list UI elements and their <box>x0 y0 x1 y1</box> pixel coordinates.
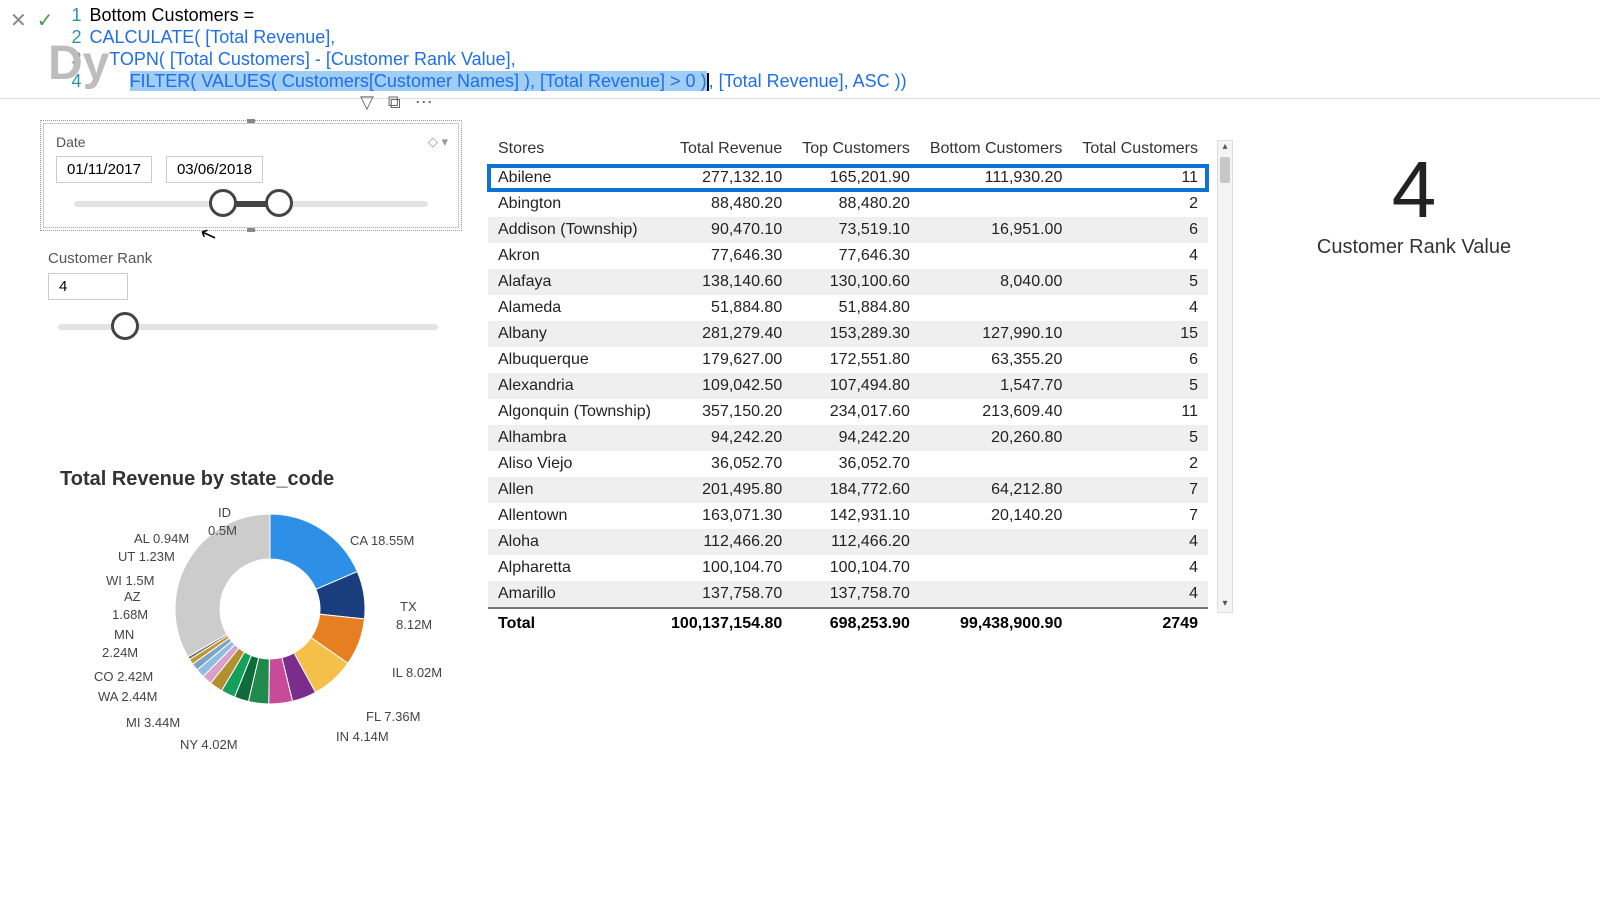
donut-chart-svg[interactable] <box>170 509 370 709</box>
rank-slider-track[interactable] <box>58 324 438 330</box>
table-row[interactable]: Addison (Township)90,470.1073,519.1016,9… <box>488 217 1208 243</box>
table-row[interactable]: Alameda51,884.8051,884.804 <box>488 295 1208 321</box>
chart-data-label: MI 3.44M <box>126 715 180 730</box>
date-from-input[interactable]: 01/11/2017 <box>56 156 152 183</box>
chart-data-label: 0.5M <box>208 523 237 538</box>
table-scrollbar[interactable]: ▴ ▾ <box>1217 140 1233 613</box>
table-row[interactable]: Allentown163,071.30142,931.1020,140.207 <box>488 503 1208 529</box>
date-slider-handle-to[interactable] <box>265 189 293 217</box>
table-row[interactable]: Alhambra94,242.2094,242.2020,260.805 <box>488 425 1208 451</box>
chart-data-label: TX <box>400 599 417 614</box>
chart-data-label: FL 7.36M <box>366 709 420 724</box>
rank-slider-handle[interactable] <box>111 312 139 340</box>
table-row[interactable]: Alafaya138,140.60130,100.608,040.005 <box>488 269 1208 295</box>
chart-data-label: CO 2.42M <box>94 669 153 684</box>
filter-icon[interactable]: ▽ <box>360 92 374 113</box>
more-options-icon[interactable]: ⋯ <box>415 92 433 113</box>
chart-data-label: MN <box>114 627 134 642</box>
table-total-row: Total100,137,154.80698,253.9099,438,900.… <box>488 608 1208 639</box>
table-header[interactable]: Total Revenue <box>661 134 792 165</box>
chart-data-label: AZ <box>124 589 141 604</box>
chart-data-label: NY 4.02M <box>180 737 238 752</box>
table-header[interactable]: Top Customers <box>792 134 920 165</box>
customer-rank-card[interactable]: 4 Customer Rank Value <box>1264 150 1564 259</box>
table-header[interactable]: Stores <box>488 134 661 165</box>
chart-data-label: CA 18.55M <box>350 533 414 548</box>
table-row[interactable]: Albuquerque179,627.00172,551.8063,355.20… <box>488 347 1208 373</box>
visual-header: ▽ ⧉ ⋯ <box>360 92 433 113</box>
slicer-clear-dropdown[interactable]: ◇ ▾ <box>428 134 448 150</box>
chart-data-label: 8.12M <box>396 617 432 632</box>
chart-data-label: IL 8.02M <box>392 665 442 680</box>
kpi-value: 4 <box>1264 150 1564 230</box>
table-row[interactable]: Aliso Viejo36,052.7036,052.702 <box>488 451 1208 477</box>
scroll-up-icon[interactable]: ▴ <box>1218 141 1232 155</box>
table-row[interactable]: Albany281,279.40153,289.30127,990.1015 <box>488 321 1208 347</box>
chart-title: Total Revenue by state_code <box>60 468 480 491</box>
revenue-by-state-chart[interactable]: Total Revenue by state_code CA 18.55M TX 8… <box>60 468 480 799</box>
table-row[interactable]: Algonquin (Township)357,150.20234,017.60… <box>488 399 1208 425</box>
table-row[interactable]: Aloha112,466.20112,466.204 <box>488 529 1208 555</box>
scroll-down-icon[interactable]: ▾ <box>1218 598 1232 612</box>
slicer-title: Date <box>56 134 86 150</box>
scroll-thumb[interactable] <box>1220 157 1230 183</box>
chart-data-label: AL 0.94M <box>134 531 189 546</box>
chart-data-label: 1.68M <box>112 607 148 622</box>
commit-icon[interactable]: ✓ <box>37 8 54 33</box>
kpi-label: Customer Rank Value <box>1264 236 1564 259</box>
slicer-title: Customer Rank <box>48 250 448 267</box>
rank-value-input[interactable]: 4 <box>48 273 128 300</box>
table-header[interactable]: Bottom Customers <box>920 134 1073 165</box>
focus-mode-icon[interactable]: ⧉ <box>388 92 401 113</box>
chart-data-label: WI 1.5M <box>106 573 154 588</box>
chart-data-label: IN 4.14M <box>336 729 389 744</box>
table-row[interactable]: Amarillo137,758.70137,758.704 <box>488 581 1208 608</box>
resize-handle[interactable] <box>247 228 255 232</box>
date-to-input[interactable]: 03/06/2018 <box>166 156 263 183</box>
table-row[interactable]: Alpharetta100,104.70100,104.704 <box>488 555 1208 581</box>
date-slider-track[interactable] <box>74 201 428 207</box>
table-row[interactable]: Allen201,495.80184,772.6064,212.807 <box>488 477 1208 503</box>
table-row[interactable]: Abilene277,132.10165,201.90111,930.2011 <box>488 165 1208 192</box>
chart-data-label: UT 1.23M <box>118 549 175 564</box>
date-slider-handle-from[interactable] <box>209 189 237 217</box>
dax-editor[interactable]: 1Bottom Customers =2CALCULATE( [Total Re… <box>64 0 1600 98</box>
formula-bar: ✕ ✓ 1Bottom Customers =2CALCULATE( [Tota… <box>0 0 1600 99</box>
chart-data-label: 2.24M <box>102 645 138 660</box>
date-slicer[interactable]: Date ◇ ▾ 01/11/2017 03/06/2018 <box>40 120 462 231</box>
table-header[interactable]: Total Customers <box>1072 134 1208 165</box>
stores-table[interactable]: StoresTotal RevenueTop CustomersBottom C… <box>488 134 1233 639</box>
table-row[interactable]: Abington88,480.2088,480.202 <box>488 191 1208 217</box>
customer-rank-slicer[interactable]: Customer Rank 4 <box>48 250 448 330</box>
table-row[interactable]: Akron77,646.3077,646.304 <box>488 243 1208 269</box>
cancel-icon[interactable]: ✕ <box>10 8 27 33</box>
table-row[interactable]: Alexandria109,042.50107,494.801,547.705 <box>488 373 1208 399</box>
chart-data-label: WA 2.44M <box>98 689 157 704</box>
chart-data-label: ID <box>218 505 231 520</box>
